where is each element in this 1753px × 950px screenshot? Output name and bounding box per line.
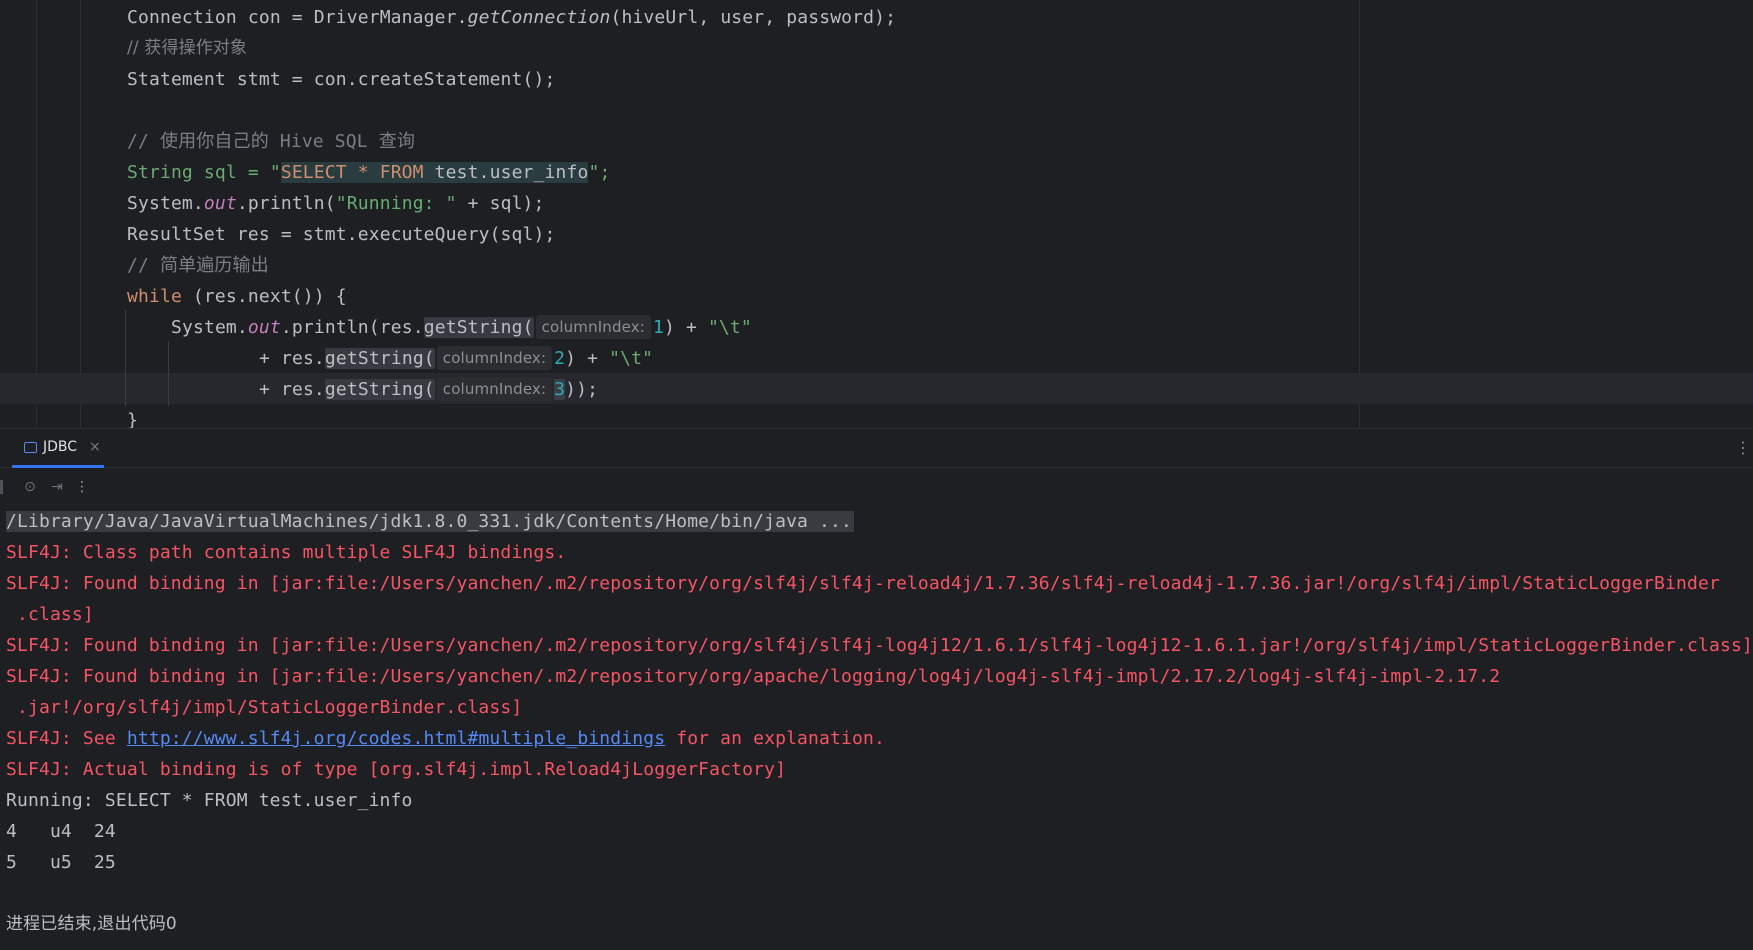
console-error-line: SLF4J: Actual binding is of type [org.sl… — [6, 759, 787, 780]
code-line-12[interactable]: + res.getString(columnIndex: 2) + "\t" — [259, 343, 653, 374]
code-line-13[interactable]: + res.getString(columnIndex: 3)); — [259, 374, 598, 405]
console-output-line: 4 u4 24 — [6, 821, 116, 842]
console-error-line: SLF4J: See http://www.slf4j.org/codes.ht… — [6, 728, 885, 749]
slf4j-link[interactable]: http://www.slf4j.org/codes.html#multiple… — [127, 728, 665, 749]
camera-icon[interactable]: ⊙ — [21, 478, 39, 496]
code-line-7[interactable]: System.out.println("Running: " + sql); — [127, 188, 545, 219]
code-line-1[interactable]: Connection con = DriverManager.getConnec… — [127, 2, 896, 33]
code-line-2-comment[interactable]: // 获得操作对象 — [127, 33, 247, 64]
console-error-line: .jar!/org/slf4j/impl/StaticLoggerBinder.… — [6, 697, 523, 718]
exit-icon[interactable]: ⇥ — [48, 478, 66, 496]
code-line-11[interactable]: System.out.println(res.getString(columnI… — [171, 312, 752, 343]
console-output-line: Running: SELECT * FROM test.user_info — [6, 790, 413, 811]
console-error-line: SLF4J: Found binding in [jar:file:/Users… — [6, 666, 1501, 687]
toolbar-stub — [0, 480, 3, 494]
code-line-3[interactable]: Statement stmt = con.createStatement(); — [127, 64, 556, 95]
code-line-8[interactable]: ResultSet res = stmt.executeQuery(sql); — [127, 219, 556, 250]
indent-guide-outer — [80, 0, 81, 428]
more-vertical-icon[interactable]: ⋮ — [73, 478, 91, 496]
code-line-14[interactable]: } — [127, 405, 138, 428]
console-error-line: .class] — [6, 604, 94, 625]
console-error-line: SLF4J: Class path contains multiple SLF4… — [6, 542, 567, 563]
console-output-line: 5 u5 25 — [6, 852, 116, 873]
code-line-10[interactable]: while (res.next()) { — [127, 281, 347, 312]
code-editor[interactable]: Connection con = DriverManager.getConnec… — [0, 0, 1753, 428]
code-line-6[interactable]: String sql = "SELECT * FROM test.user_in… — [127, 157, 610, 188]
param-hint-3: columnIndex: — [436, 377, 553, 401]
indent-guide-while — [125, 310, 126, 406]
console-output[interactable]: /Library/Java/JavaVirtualMachines/jdk1.8… — [0, 506, 1753, 950]
more-options-icon[interactable]: ⋮ — [1735, 438, 1751, 457]
console-tab-icon — [24, 441, 37, 453]
console-error-line: SLF4J: Found binding in [jar:file:/Users… — [6, 573, 1720, 594]
tab-jdbc-label: JDBC — [43, 439, 78, 455]
indent-guide-continuation — [168, 341, 169, 406]
code-line-9-comment[interactable]: // 简单遍历输出 — [127, 250, 269, 281]
console-error-line: SLF4J: Found binding in [jar:file:/Users… — [6, 635, 1753, 656]
tab-jdbc[interactable]: JDBC × — [12, 429, 104, 468]
right-margin-guide — [1359, 0, 1360, 428]
console-command-line[interactable]: /Library/Java/JavaVirtualMachines/jdk1.8… — [6, 506, 854, 537]
run-toolwindow-header: JDBC × ⋮ — [0, 428, 1753, 468]
gutter-divider — [36, 0, 37, 428]
param-hint-2: columnIndex: — [436, 346, 553, 370]
process-exit-message: 进程已结束,退出代码0 — [6, 914, 177, 934]
close-icon[interactable]: × — [89, 439, 101, 455]
command-text[interactable]: /Library/Java/JavaVirtualMachines/jdk1.8… — [6, 511, 854, 532]
code-line-5-comment[interactable]: // 使用你自己的 Hive SQL 查询 — [127, 126, 415, 157]
console-toolbar: ⊙ ⇥ ⋮ — [0, 468, 1753, 506]
param-hint-1: columnIndex: — [535, 315, 651, 339]
